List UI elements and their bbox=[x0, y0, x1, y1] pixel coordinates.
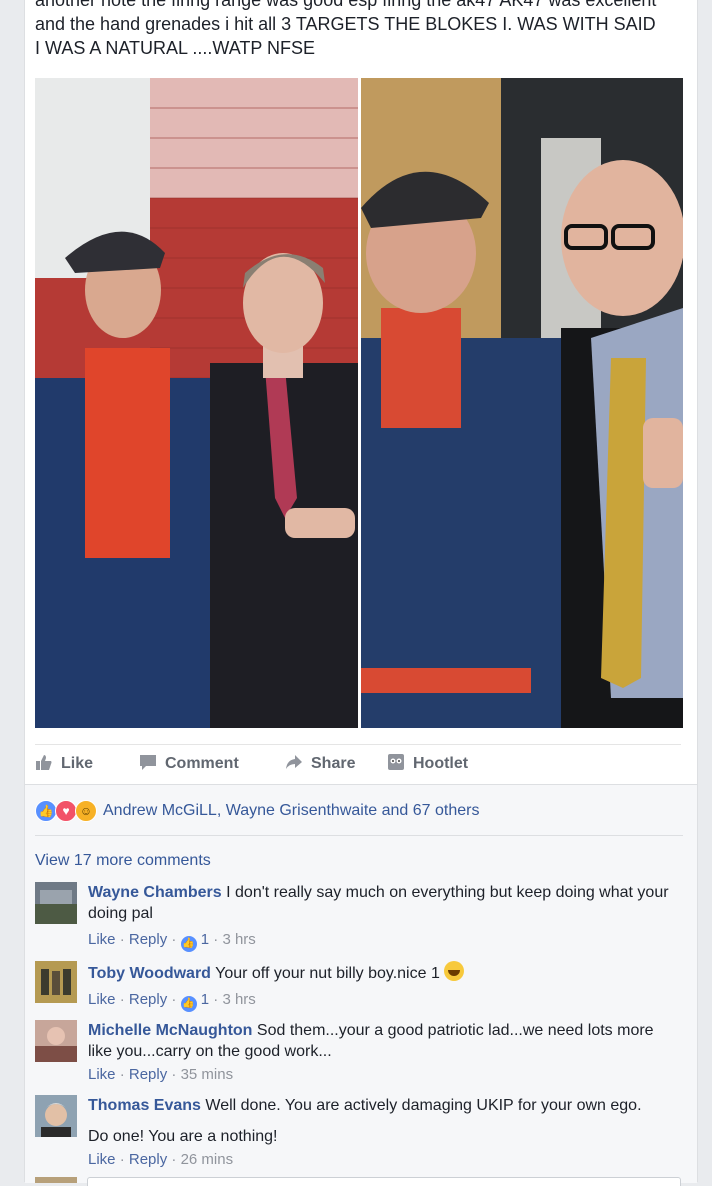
comment-icon bbox=[139, 753, 157, 776]
haha-reaction-icon: ☺ bbox=[75, 800, 97, 822]
post-text-line-3: I WAS A NATURAL ....WATP NFSE bbox=[35, 38, 316, 58]
hootlet-button[interactable]: Hootlet bbox=[387, 745, 468, 783]
share-arrow-icon bbox=[285, 753, 303, 776]
avatar[interactable] bbox=[35, 1020, 77, 1062]
comment-body: Toby Woodward Your off your nut billy bo… bbox=[88, 961, 678, 1012]
like-reaction-icon: 👍 bbox=[35, 800, 57, 822]
comment-time[interactable]: 26 mins bbox=[181, 1151, 234, 1168]
avatar[interactable] bbox=[35, 882, 77, 924]
write-comment-box bbox=[35, 1177, 683, 1186]
hootlet-owl-icon bbox=[387, 753, 405, 776]
comment-author[interactable]: Thomas Evans bbox=[88, 1097, 201, 1114]
share-label: Share bbox=[311, 755, 356, 772]
comment-body: Wayne Chambers I don't really say much o… bbox=[88, 882, 678, 952]
photo-right[interactable] bbox=[361, 78, 683, 728]
photo-left[interactable] bbox=[35, 78, 358, 728]
comment-like-link[interactable]: Like bbox=[88, 931, 116, 948]
post-text-line-cut: another note the firing range was good e… bbox=[35, 0, 657, 10]
comment-time[interactable]: 3 hrs bbox=[222, 931, 255, 948]
like-button[interactable]: Like bbox=[35, 745, 93, 783]
avatar[interactable] bbox=[35, 961, 77, 1003]
comment-meta: Like · Reply · 26 mins bbox=[88, 1151, 234, 1168]
comment-label: Comment bbox=[165, 755, 239, 772]
like-count-icon: 👍 bbox=[180, 936, 197, 952]
comment-meta: Like · Reply · 👍 1 · 3 hrs bbox=[88, 989, 678, 1012]
comment-like-count[interactable]: 1 bbox=[201, 991, 209, 1008]
comment-reply-link[interactable]: Reply bbox=[129, 1066, 167, 1083]
comment-meta: Like · Reply · 👍 1 · 3 hrs bbox=[88, 929, 678, 952]
share-button[interactable]: Share bbox=[285, 745, 355, 783]
post-actions-bar: Like Comment Share Hootlet bbox=[35, 744, 681, 783]
comment-text: Your off your nut billy boy.nice 1 bbox=[215, 965, 440, 982]
comment-time[interactable]: 35 mins bbox=[181, 1066, 234, 1083]
post-text: another note the firing range was good e… bbox=[35, 0, 685, 60]
comment-text-second-line: Do one! You are a nothing! bbox=[88, 1128, 278, 1145]
comment-meta: Like · Reply · 35 mins bbox=[88, 1066, 234, 1083]
comment-body: Michelle McNaughton Sod them...your a go… bbox=[88, 1020, 678, 1085]
comment-like-link[interactable]: Like bbox=[88, 991, 116, 1008]
comment-button[interactable]: Comment bbox=[139, 745, 239, 783]
reactions-summary[interactable]: 👍 ♥ ☺ Andrew McGiLL, Wayne Grisenthwaite… bbox=[35, 795, 683, 836]
like-count-icon: 👍 bbox=[180, 996, 197, 1012]
post-card: another note the firing range was good e… bbox=[24, 0, 698, 1186]
comment-reply-link[interactable]: Reply bbox=[129, 931, 167, 948]
like-label: Like bbox=[61, 755, 94, 772]
view-more-comments-link[interactable]: View 17 more comments bbox=[35, 852, 211, 870]
comment-author[interactable]: Toby Woodward bbox=[88, 965, 211, 982]
hootlet-label: Hootlet bbox=[413, 755, 469, 772]
comment-time[interactable]: 3 hrs bbox=[222, 991, 255, 1008]
comment-like-link[interactable]: Like bbox=[88, 1151, 116, 1168]
comment-author[interactable]: Michelle McNaughton bbox=[88, 1022, 252, 1039]
love-reaction-icon: ♥ bbox=[55, 800, 77, 822]
post-photos bbox=[35, 78, 683, 728]
comment-like-link[interactable]: Like bbox=[88, 1066, 116, 1083]
comment-author[interactable]: Wayne Chambers bbox=[88, 884, 222, 901]
avatar bbox=[35, 1177, 77, 1183]
comment-body: Thomas Evans Well done. You are actively… bbox=[88, 1095, 678, 1170]
avatar[interactable] bbox=[35, 1095, 77, 1137]
thumbs-up-icon bbox=[35, 753, 53, 776]
comment-text: Well done. You are actively damaging UKI… bbox=[205, 1097, 642, 1114]
comment-like-count[interactable]: 1 bbox=[201, 931, 209, 948]
post-text-line-2: and the hand grenades i hit all 3 TARGET… bbox=[35, 14, 656, 34]
grinning-emoji-icon bbox=[444, 961, 465, 981]
comments-section: 👍 ♥ ☺ Andrew McGiLL, Wayne Grisenthwaite… bbox=[25, 784, 697, 1186]
comment-reply-link[interactable]: Reply bbox=[129, 1151, 167, 1168]
reactions-names: Andrew McGiLL, Wayne Grisenthwaite and 6… bbox=[103, 802, 480, 819]
comment-reply-link[interactable]: Reply bbox=[129, 991, 167, 1008]
